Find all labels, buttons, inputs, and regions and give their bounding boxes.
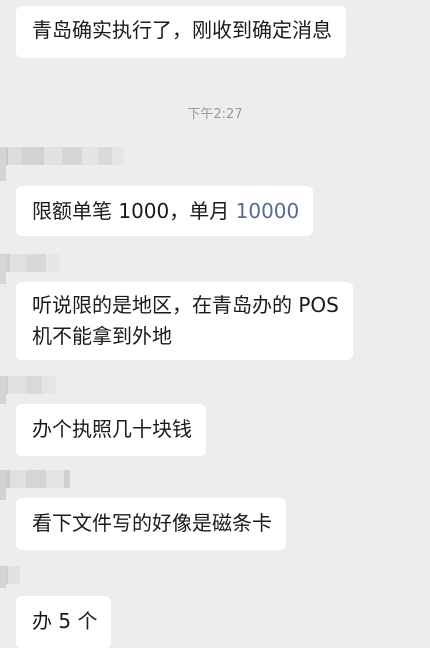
- message-bubble[interactable]: 青岛确实执行了，刚收到确定消息: [16, 6, 346, 58]
- sender-name-blurred: [0, 254, 60, 272]
- message-timestamp: 下午2:27: [187, 107, 243, 122]
- message-text-line: 机不能拿到外地: [32, 324, 172, 348]
- message-text: 看下文件写的好像是磁条卡: [32, 511, 272, 535]
- avatar[interactable]: [0, 147, 6, 181]
- avatar[interactable]: [0, 470, 6, 500]
- message-text: 限额单笔 1000，单月: [32, 199, 236, 223]
- message-bubble[interactable]: 办 5 个: [16, 596, 112, 648]
- chat-view: 青岛确实执行了，刚收到确定消息 下午2:27 限额单笔 1000，单月 1000…: [0, 0, 430, 648]
- sender-name-blurred: [0, 470, 70, 488]
- message-text: 办 5 个: [32, 609, 98, 633]
- avatar[interactable]: [0, 566, 6, 588]
- avatar[interactable]: [0, 376, 6, 404]
- avatar[interactable]: [0, 254, 6, 284]
- sender-name-blurred: [0, 147, 124, 165]
- sender-name-blurred: [0, 376, 56, 394]
- message-bubble[interactable]: 限额单笔 1000，单月 10000: [16, 186, 314, 236]
- phone-number-link[interactable]: 10000: [236, 199, 300, 223]
- message-text: 青岛确实执行了，刚收到确定消息: [32, 18, 332, 42]
- message-bubble[interactable]: 听说限的是地区，在青岛办的 POS 机不能拿到外地: [16, 282, 353, 360]
- message-text: 办个执照几十块钱: [32, 417, 192, 441]
- message-bubble[interactable]: 办个执照几十块钱: [16, 404, 206, 456]
- message-text-line: 听说限的是地区，在青岛办的 POS: [32, 293, 339, 317]
- message-bubble[interactable]: 看下文件写的好像是磁条卡: [16, 498, 286, 550]
